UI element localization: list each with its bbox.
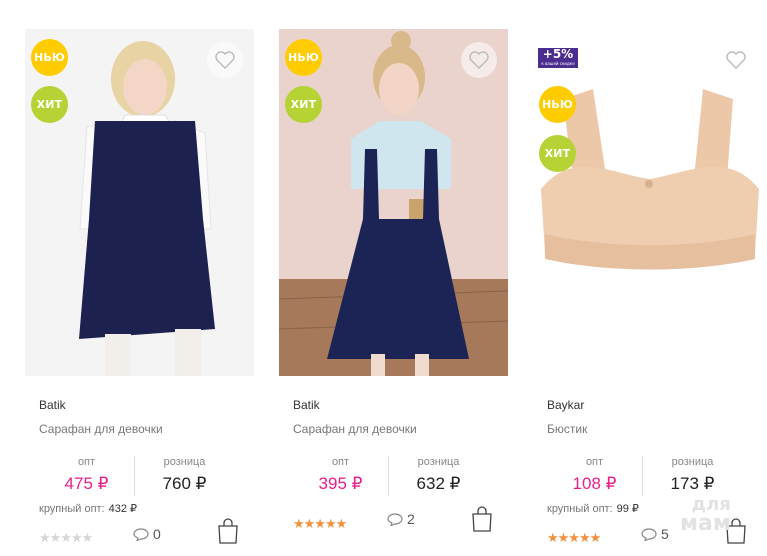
retail-price: 760 ₽ bbox=[162, 474, 207, 493]
bulk-value: 432 ₽ bbox=[108, 503, 138, 515]
rating-stars[interactable]: ★★★★★ bbox=[547, 530, 601, 546]
product-title[interactable]: Бюстик bbox=[547, 422, 587, 436]
discount-subtext: к вашей скидке bbox=[541, 61, 575, 66]
new-badge: НЬЮ bbox=[539, 86, 576, 123]
watermark-line-2: мам bbox=[680, 511, 731, 536]
product-brand[interactable]: Batik bbox=[293, 398, 320, 412]
comment-icon bbox=[387, 512, 403, 526]
price-block: опт 475 ₽ розница 760 ₽ bbox=[39, 456, 229, 498]
comments-link[interactable]: 0 bbox=[133, 526, 161, 542]
hit-badge: ХИТ bbox=[285, 86, 322, 123]
product-image[interactable] bbox=[279, 29, 508, 376]
retail-price: 173 ₽ bbox=[670, 474, 715, 493]
opt-caption: опт bbox=[77, 456, 96, 468]
opt-price: 395 ₽ bbox=[318, 474, 363, 493]
price-block: опт 395 ₽ розница 632 ₽ bbox=[293, 456, 483, 498]
bulk-price: крупный опт: 432 ₽ bbox=[39, 502, 137, 515]
price-divider bbox=[134, 456, 135, 496]
new-badge: НЬЮ bbox=[285, 39, 322, 76]
opt-price: 108 ₽ bbox=[572, 474, 617, 493]
price-divider bbox=[642, 456, 643, 496]
product-brand[interactable]: Baykar bbox=[547, 398, 584, 412]
retail-caption: розница bbox=[163, 456, 206, 468]
add-to-cart-bag-icon[interactable] bbox=[217, 518, 239, 549]
product-title[interactable]: Сарафан для девочки bbox=[293, 422, 417, 436]
comments-count: 0 bbox=[153, 526, 161, 542]
favorite-heart-icon[interactable] bbox=[461, 42, 497, 78]
price-divider bbox=[388, 456, 389, 496]
discount-badge: +5% к вашей скидке bbox=[538, 48, 578, 68]
retail-price: 632 ₽ bbox=[416, 474, 461, 493]
add-to-cart-bag-icon[interactable] bbox=[471, 506, 493, 537]
rating-stars[interactable]: ★★★★★ bbox=[39, 530, 93, 546]
comments-count: 2 bbox=[407, 511, 415, 527]
discount-value: +5% bbox=[542, 47, 574, 61]
comments-count: 5 bbox=[661, 526, 669, 542]
comment-icon bbox=[133, 527, 149, 541]
product-card[interactable]: +5% к вашей скидке НЬЮ ХИТ Baykar Бюстик… bbox=[533, 0, 767, 556]
opt-price: 475 ₽ bbox=[64, 474, 109, 493]
bulk-label: крупный опт: bbox=[547, 503, 613, 515]
rating-stars[interactable]: ★★★★★ bbox=[293, 516, 347, 532]
product-image[interactable] bbox=[25, 29, 254, 376]
comments-link[interactable]: 2 bbox=[387, 511, 415, 527]
hit-badge: ХИТ bbox=[539, 135, 576, 172]
retail-caption: розница bbox=[671, 456, 714, 468]
bulk-price: крупный опт: 99 ₽ bbox=[547, 502, 639, 515]
favorite-heart-icon[interactable] bbox=[207, 42, 243, 78]
product-card[interactable]: НЬЮ ХИТ Batik Сарафан для девочки опт 39… bbox=[279, 0, 533, 556]
site-watermark: для мам bbox=[680, 496, 731, 536]
product-image[interactable] bbox=[533, 29, 767, 376]
comment-icon bbox=[641, 527, 657, 541]
new-badge: НЬЮ bbox=[31, 39, 68, 76]
price-block: опт 108 ₽ розница 173 ₽ bbox=[547, 456, 737, 498]
opt-caption: опт bbox=[585, 456, 604, 468]
bulk-label: крупный опт: bbox=[39, 503, 105, 515]
product-brand[interactable]: Batik bbox=[39, 398, 66, 412]
favorite-heart-icon[interactable] bbox=[718, 42, 754, 78]
hit-badge: ХИТ bbox=[31, 86, 68, 123]
bulk-value: 99 ₽ bbox=[616, 503, 639, 515]
product-title[interactable]: Сарафан для девочки bbox=[39, 422, 163, 436]
opt-caption: опт bbox=[331, 456, 350, 468]
retail-caption: розница bbox=[417, 456, 460, 468]
comments-link[interactable]: 5 bbox=[641, 526, 669, 542]
product-card[interactable]: НЬЮ ХИТ Batik Сарафан для девочки опт 47… bbox=[25, 0, 279, 556]
